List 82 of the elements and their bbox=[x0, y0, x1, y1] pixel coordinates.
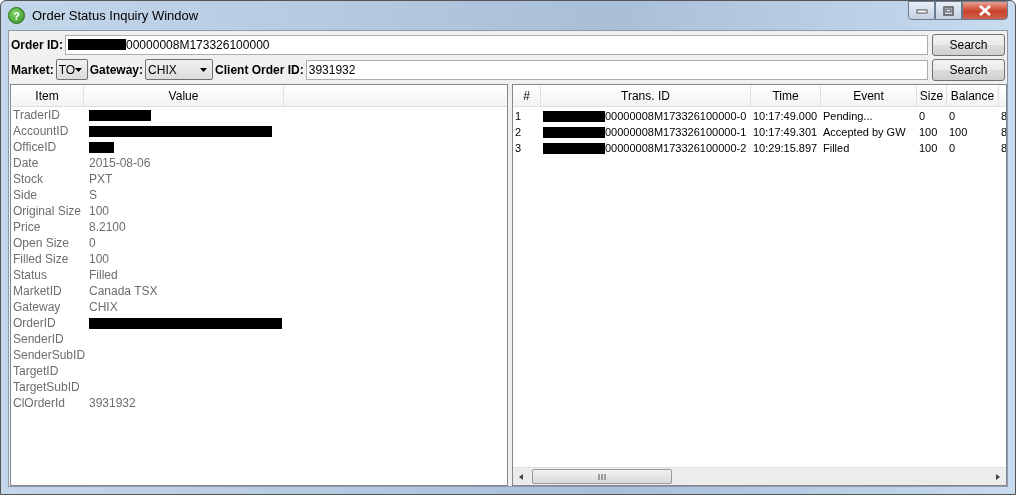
help-icon: ? bbox=[8, 7, 25, 24]
close-icon bbox=[978, 5, 992, 16]
item-cell-text: Price bbox=[13, 220, 42, 234]
item-cell-text: Filled Size bbox=[13, 252, 70, 266]
item-cell-text: OrderID bbox=[13, 316, 57, 330]
table-cell-text: 3 bbox=[514, 142, 523, 154]
value-cell: 100 bbox=[89, 204, 110, 218]
table-cell: 00000008M173326100000-1 bbox=[605, 126, 747, 138]
item-cell-text: Original Size bbox=[13, 204, 83, 218]
horizontal-scrollbar[interactable] bbox=[513, 467, 1006, 485]
value-cell: S bbox=[89, 188, 97, 202]
item-cell-text: Stock bbox=[13, 172, 44, 186]
table-cell-text: Accepted by GW bbox=[822, 126, 907, 138]
item-cell-text: MarketID bbox=[13, 284, 63, 298]
table-cell-text: 0 bbox=[918, 110, 927, 122]
item-cell-text: TargetID bbox=[13, 364, 60, 378]
caret-icon bbox=[75, 67, 83, 72]
value-cell: 100 bbox=[89, 252, 110, 266]
column-header[interactable]: # bbox=[513, 85, 541, 106]
table-cell-text: 10:29:15.897 bbox=[752, 142, 819, 154]
order-id-label: Order ID: bbox=[11, 37, 63, 52]
table-cell-text: 100 bbox=[918, 126, 939, 138]
item-cell-text: TraderID bbox=[13, 108, 61, 122]
client-order-id-field[interactable]: 3931932 bbox=[305, 59, 928, 80]
gateway-label: Gateway: bbox=[89, 62, 144, 77]
item-cell-text: OfficeID bbox=[13, 140, 58, 154]
value-cell: 8.2100 bbox=[89, 220, 126, 234]
minimize-icon bbox=[915, 7, 928, 14]
item-cell-text: Status bbox=[13, 268, 49, 282]
table-cell-text: 0 bbox=[948, 142, 957, 154]
search-button[interactable]: Search bbox=[932, 58, 1005, 81]
value-cell: 3931932 bbox=[89, 396, 136, 410]
table-cell-text: 100 bbox=[918, 142, 939, 154]
item-cell-text: SenderID bbox=[13, 332, 65, 346]
column-header[interactable]: Event bbox=[821, 85, 917, 106]
market-dropdown[interactable]: TO bbox=[55, 59, 88, 80]
table-cell-text: Filled bbox=[822, 142, 851, 154]
item-cell-text: Side bbox=[13, 188, 39, 202]
table-cell: 00000008M173326100000-0 bbox=[605, 110, 747, 122]
column-header[interactable]: Trans. ID bbox=[541, 85, 751, 106]
value-cell: 0 bbox=[89, 236, 96, 250]
column-header[interactable]: Time bbox=[751, 85, 821, 106]
window-title: Order Status Inquiry Window bbox=[32, 8, 199, 23]
close-button[interactable] bbox=[962, 1, 1008, 20]
minimize-button[interactable] bbox=[908, 1, 935, 20]
table-cell-text: 10:17:49.301 bbox=[752, 126, 819, 138]
caret-icon bbox=[200, 67, 208, 72]
search-button[interactable]: Search bbox=[932, 33, 1005, 56]
item-cell-text: Date bbox=[13, 156, 40, 170]
table-cell-text: 2 bbox=[514, 126, 523, 138]
value-cell: CHIX bbox=[89, 300, 118, 314]
column-header[interactable]: Size bbox=[917, 85, 947, 106]
order-id-field[interactable]: 00000008M173326100000 bbox=[65, 34, 928, 55]
item-cell: SenderSubID bbox=[13, 348, 86, 362]
table-cell-text: 1 bbox=[514, 110, 523, 122]
item-cell-text: AccountID bbox=[13, 124, 70, 138]
client-order-id-label: Client Order ID: bbox=[215, 62, 304, 77]
item-cell-text: Gateway bbox=[13, 300, 62, 314]
table-cell-text: 8 bbox=[1000, 142, 1006, 154]
maximize-button[interactable] bbox=[935, 1, 962, 20]
grip-icon bbox=[598, 473, 606, 480]
column-header[interactable]: Value bbox=[84, 85, 284, 106]
value-cell: 2015-08-06 bbox=[89, 156, 151, 170]
table-cell-text: 0 bbox=[948, 110, 957, 122]
table-cell: 00000008M173326100000-2 bbox=[605, 142, 747, 154]
table-cell-text: Pending... bbox=[822, 110, 874, 122]
table-cell-text: 8 bbox=[1000, 110, 1006, 122]
column-header[interactable]: Balance bbox=[947, 85, 999, 106]
table-cell-text: 8 bbox=[1000, 126, 1006, 138]
item-cell-text: TargetSubID bbox=[13, 380, 81, 394]
gateway-dropdown[interactable]: CHIX bbox=[145, 59, 214, 80]
value-cell: Canada TSX bbox=[89, 284, 158, 298]
column-header[interactable]: Item bbox=[11, 85, 84, 106]
value-cell: PXT bbox=[89, 172, 113, 186]
maximize-icon bbox=[943, 5, 954, 16]
scrollbar-thumb[interactable] bbox=[532, 469, 672, 484]
item-cell-text: ClOrderId bbox=[13, 396, 66, 410]
table-cell-text: 100 bbox=[948, 126, 969, 138]
value-cell: Filled bbox=[89, 268, 118, 282]
table-cell-text: 10:17:49.000 bbox=[752, 110, 819, 122]
market-label: Market: bbox=[11, 62, 54, 77]
item-cell-text: Open Size bbox=[13, 236, 71, 250]
